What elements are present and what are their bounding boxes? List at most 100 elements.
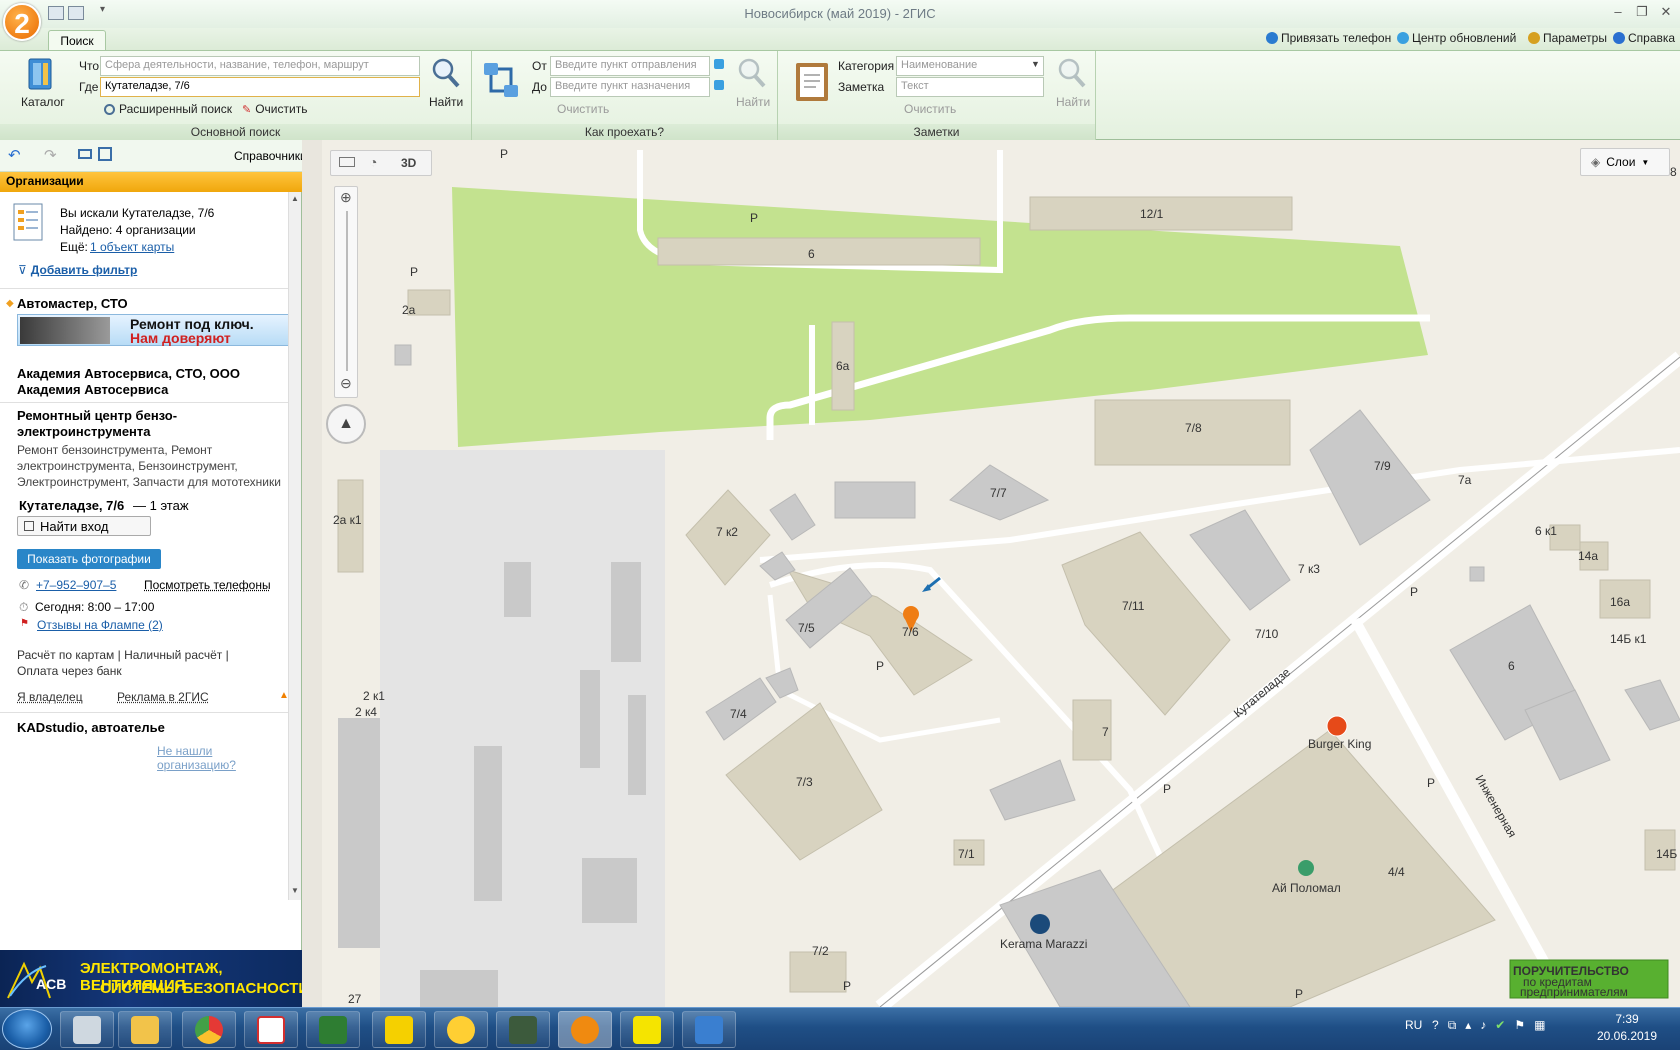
tray-icon[interactable]: ⧉ bbox=[1448, 1018, 1457, 1033]
from-input[interactable]: Введите пункт отправления bbox=[550, 56, 710, 76]
clock-time[interactable]: 7:39 bbox=[1592, 1012, 1662, 1026]
maximize-icon[interactable]: ❐ bbox=[1632, 3, 1652, 21]
taskbar-chrome[interactable] bbox=[182, 1011, 236, 1048]
notes-clear-button[interactable]: Очистить bbox=[904, 102, 956, 116]
directories-menu[interactable]: Справочники bbox=[234, 149, 307, 163]
sidebar-scrollbar[interactable]: ▲ ▼ bbox=[288, 192, 301, 900]
notes-search-icon[interactable] bbox=[1056, 57, 1086, 92]
expand-icon[interactable] bbox=[98, 147, 112, 161]
org-academy-name[interactable]: Академия Автосервиса, СТО, ООО bbox=[17, 366, 240, 381]
taskbar-network[interactable] bbox=[682, 1011, 736, 1048]
map-canvas[interactable]: 12/1 6 6а 7/8 7/9 7а 7/7 7 к2 7/6 7/5 7/… bbox=[322, 140, 1680, 1007]
org-automaster-ad[interactable]: Ремонт под ключ. Нам доверяют bbox=[17, 314, 288, 346]
more-link[interactable]: 1 объект карты bbox=[90, 240, 174, 254]
3d-toggle[interactable]: 3D bbox=[401, 156, 416, 170]
back-icon[interactable]: ↶ bbox=[8, 146, 21, 164]
taskbar-1c[interactable] bbox=[434, 1011, 488, 1048]
taskbar-2gis[interactable] bbox=[558, 1011, 612, 1048]
owner-link[interactable]: Я владелец bbox=[17, 690, 83, 704]
clock-date[interactable]: 20.06.2019 bbox=[1592, 1029, 1662, 1043]
divider bbox=[0, 402, 288, 403]
link-settings[interactable]: Параметры bbox=[1528, 31, 1607, 45]
link-phone[interactable]: Привязать телефон bbox=[1266, 31, 1391, 45]
taskbar-app-a[interactable] bbox=[620, 1011, 674, 1048]
route-search-icon[interactable] bbox=[736, 57, 766, 92]
promo-flag-icon: ◆ bbox=[6, 298, 14, 309]
tab-search[interactable]: Поиск bbox=[48, 30, 106, 51]
advanced-search-button[interactable]: Расширенный поиск bbox=[104, 102, 232, 116]
minimize-icon[interactable]: – bbox=[1608, 3, 1628, 21]
view-phones-button[interactable]: Посмотреть телефоны bbox=[144, 578, 271, 592]
security-icon[interactable]: ✔ bbox=[1495, 1018, 1505, 1033]
zoom-control[interactable]: ⊕ ⊖ bbox=[334, 186, 358, 398]
flag-icon[interactable]: ⚑ bbox=[1514, 1018, 1525, 1033]
link-updates[interactable]: Центр обновлений bbox=[1397, 31, 1516, 45]
language-indicator[interactable]: RU bbox=[1405, 1018, 1422, 1032]
scroll-down-icon[interactable]: ▼ bbox=[291, 886, 299, 895]
advert-link[interactable]: Реклама в 2ГИС bbox=[117, 690, 209, 704]
zoom-track[interactable] bbox=[346, 211, 348, 371]
reviews-link[interactable]: Отзывы на Флампе (2) bbox=[37, 618, 163, 632]
org-repair-address[interactable]: Кутателадзе, 7/6 bbox=[19, 498, 124, 513]
add-filter-button[interactable]: ⊽ Добавить фильтр bbox=[18, 263, 137, 277]
system-tray: ? ⧉ ▴ ♪ ✔ ⚑ ▦ bbox=[1432, 1018, 1545, 1033]
route-clear-button[interactable]: Очистить bbox=[557, 102, 609, 116]
taskbar-explorer[interactable] bbox=[118, 1011, 172, 1048]
svg-text:Burger King: Burger King bbox=[1308, 737, 1371, 751]
org-repair-name-1[interactable]: Ремонтный центр бензо- bbox=[17, 408, 177, 423]
org-repair-name-2[interactable]: электроинструмента bbox=[17, 424, 151, 439]
catalog-button[interactable]: Каталог bbox=[21, 95, 65, 109]
app-logo-icon[interactable]: 2 bbox=[3, 3, 41, 41]
notes-icon[interactable] bbox=[794, 59, 832, 106]
network-icon[interactable]: ▦ bbox=[1534, 1018, 1545, 1033]
where-input[interactable]: Кутателадзе, 7/6 bbox=[100, 77, 420, 97]
taskbar-calculator[interactable] bbox=[60, 1011, 114, 1048]
svg-text:8: 8 bbox=[1670, 165, 1677, 179]
notes-find-button[interactable]: Найти bbox=[1056, 95, 1090, 109]
chevron-down-icon[interactable]: ▼ bbox=[1031, 59, 1040, 69]
group-route: От Введите пункт отправления До Введите … bbox=[472, 51, 778, 141]
help-icon[interactable]: ? bbox=[1432, 1018, 1439, 1033]
ruler-icon[interactable] bbox=[339, 157, 355, 167]
catalog-icon[interactable] bbox=[25, 55, 57, 93]
layout-icon[interactable] bbox=[78, 149, 92, 159]
what-input[interactable]: Сфера деятельности, название, телефон, м… bbox=[100, 56, 420, 76]
measure-icon[interactable]: ◔ bbox=[369, 154, 377, 170]
org-repair-phone[interactable]: +7‒952‒907‒5 bbox=[36, 578, 116, 592]
zoom-in-icon[interactable]: ⊕ bbox=[340, 189, 352, 206]
svg-text:7/4: 7/4 bbox=[730, 707, 747, 721]
forward-icon[interactable]: ↷ bbox=[44, 146, 57, 164]
link-help[interactable]: Справка bbox=[1613, 31, 1675, 45]
route-find-button[interactable]: Найти bbox=[736, 95, 770, 109]
not-found-link[interactable]: Не нашли организацию? bbox=[157, 744, 288, 772]
show-photos-button[interactable]: Показать фотографии bbox=[17, 549, 161, 569]
find-button[interactable]: Найти bbox=[429, 95, 463, 109]
layers-button[interactable]: ◈ Слои ▼ bbox=[1580, 148, 1670, 176]
find-entrance-button[interactable]: Найти вход bbox=[17, 516, 151, 536]
taskbar-pdf[interactable] bbox=[244, 1011, 298, 1048]
to-input[interactable]: Введите пункт назначения bbox=[550, 77, 710, 97]
volume-icon[interactable]: ♪ bbox=[1480, 1018, 1486, 1033]
taskbar-excel[interactable] bbox=[306, 1011, 360, 1048]
note-input[interactable]: Текст bbox=[896, 77, 1044, 97]
compass-icon[interactable]: ▲ bbox=[326, 404, 366, 444]
map-view[interactable]: 12/1 6 6а 7/8 7/9 7а 7/7 7 к2 7/6 7/5 7/… bbox=[322, 140, 1680, 1007]
close-icon[interactable]: ✕ bbox=[1656, 3, 1676, 21]
clear-button[interactable]: ✎ Очистить bbox=[242, 102, 307, 116]
taskbar-terminal[interactable] bbox=[496, 1011, 550, 1048]
taskbar-bat[interactable] bbox=[372, 1011, 426, 1048]
search-icon[interactable] bbox=[430, 57, 460, 92]
show-hidden-icon[interactable]: ▴ bbox=[1465, 1018, 1471, 1033]
start-button[interactable] bbox=[2, 1009, 52, 1049]
org-kadstudio-name[interactable]: KADstudio, автоателье bbox=[17, 720, 165, 735]
scroll-up-icon[interactable]: ▲ bbox=[291, 194, 299, 203]
pick-to-icon[interactable] bbox=[714, 80, 724, 90]
pick-from-icon[interactable] bbox=[714, 59, 724, 69]
app-a-icon bbox=[633, 1015, 661, 1044]
warning-icon[interactable]: ▲ bbox=[279, 690, 288, 701]
bottom-ad-banner[interactable]: ACB ЭЛЕКТРОМОНТАЖ, ВЕНТИЛЯЦИЯ СИСТЕМЫ БЕ… bbox=[0, 950, 318, 1007]
category-select[interactable]: Наименование bbox=[896, 56, 1044, 76]
zoom-out-icon[interactable]: ⊖ bbox=[340, 375, 352, 392]
org-automaster-name[interactable]: Автомастер, СТО bbox=[17, 296, 128, 311]
route-icon[interactable] bbox=[482, 59, 522, 106]
